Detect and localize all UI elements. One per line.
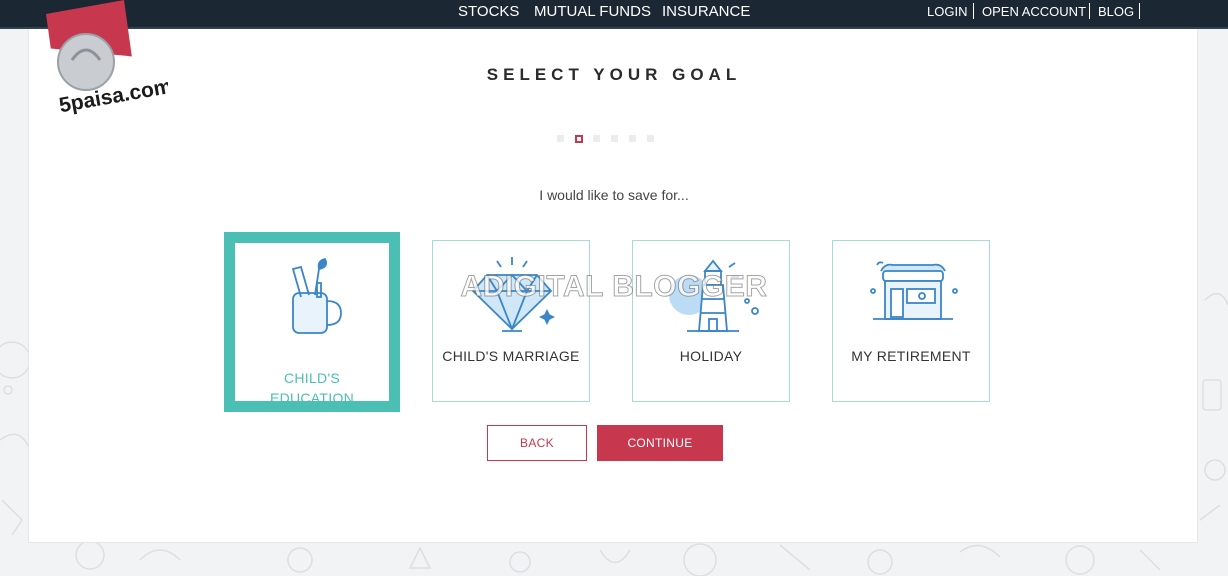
nav-mutual-funds[interactable]: MUTUAL FUNDS bbox=[534, 3, 651, 20]
goal-label: CHILD'S MARRIAGE bbox=[442, 348, 580, 364]
goal-holiday[interactable]: HOLIDAY bbox=[632, 240, 790, 402]
step-dot bbox=[611, 135, 618, 142]
top-navigation-bar: STOCKS MUTUAL FUNDS INSURANCE LOGIN OPEN… bbox=[0, 0, 1228, 29]
step-dot bbox=[593, 135, 600, 142]
back-button[interactable]: BACK bbox=[487, 425, 587, 461]
page-title: SELECT YOUR GOAL bbox=[486, 65, 742, 84]
nav-insurance[interactable]: INSURANCE bbox=[662, 3, 750, 20]
nav-open-account[interactable]: OPEN ACCOUNT bbox=[982, 4, 1086, 19]
watermark-text: ADIGITAL BLOGGER bbox=[460, 270, 768, 304]
step-dot bbox=[629, 135, 636, 142]
nav-blog[interactable]: BLOG bbox=[1098, 4, 1134, 19]
nav-divider bbox=[1089, 3, 1090, 19]
goal-childs-education[interactable]: CHILD'S EDUCATION bbox=[224, 232, 400, 412]
goal-label: MY RETIREMENT bbox=[851, 348, 971, 364]
nav-stocks[interactable]: STOCKS bbox=[458, 3, 519, 20]
continue-button[interactable]: CONTINUE bbox=[597, 425, 723, 461]
goal-my-retirement[interactable]: MY RETIREMENT bbox=[832, 240, 990, 402]
brand-logo[interactable]: 5paisa.com bbox=[42, 0, 168, 118]
goal-childs-marriage[interactable]: CHILD'S MARRIAGE bbox=[432, 240, 590, 402]
goal-label-line1: CHILD'S bbox=[283, 370, 341, 386]
step-dot bbox=[557, 135, 564, 142]
step-dot-active bbox=[575, 135, 583, 143]
nav-divider bbox=[973, 3, 974, 19]
nav-login[interactable]: LOGIN bbox=[927, 4, 967, 19]
step-dot bbox=[647, 135, 654, 142]
nav-divider bbox=[1139, 3, 1140, 19]
goal-label-line2: EDUCATION bbox=[269, 390, 355, 406]
goal-prompt: I would like to save for... bbox=[539, 187, 689, 203]
goal-label: HOLIDAY bbox=[679, 348, 743, 364]
